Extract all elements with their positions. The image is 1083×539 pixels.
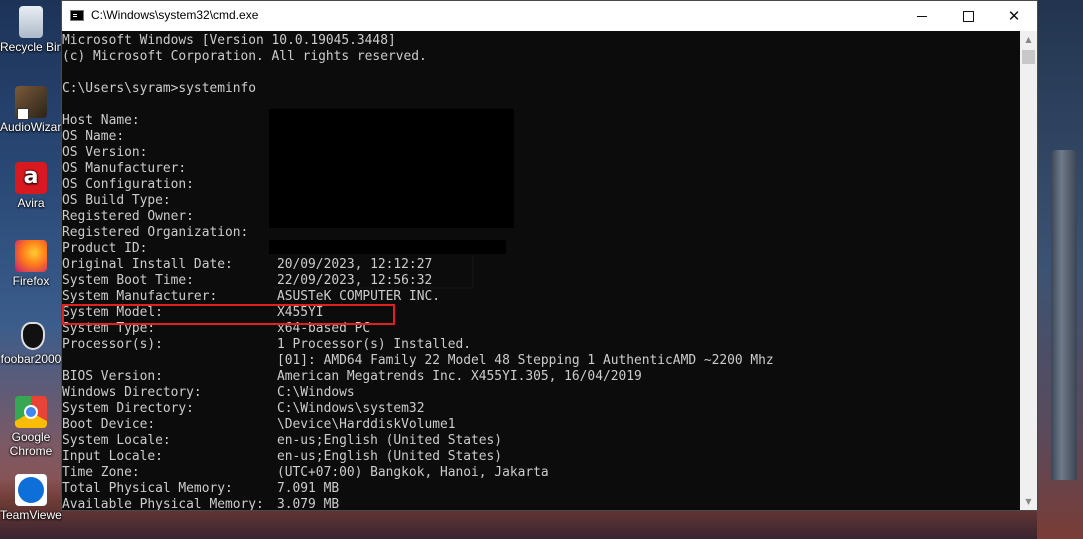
audiowizard-icon — [15, 86, 47, 120]
systeminfo-value: 7.091 MB — [277, 481, 340, 496]
cmd-window[interactable]: C:\Windows\system32\cmd.exe ✕ Microsoft … — [61, 0, 1038, 511]
wallpaper-tower — [1051, 150, 1077, 480]
systeminfo-value: en-us;English (United States) — [277, 433, 503, 448]
desktop-icon-chrome[interactable]: Google Chrome — [0, 396, 62, 458]
close-button[interactable]: ✕ — [991, 1, 1037, 31]
desktop-icon-firefox[interactable]: Firefox — [0, 240, 62, 288]
systeminfo-label: OS Manufacturer: — [62, 161, 187, 176]
maximize-button[interactable] — [945, 1, 991, 31]
systeminfo-label: Original Install Date: — [62, 257, 233, 272]
desktop-icon-audiowizard[interactable]: AudioWizard — [0, 86, 62, 134]
console-header-line: Microsoft Windows [Version 10.0.19045.34… — [62, 33, 396, 48]
cmd-icon — [70, 10, 84, 21]
systeminfo-label: Windows Directory: — [62, 385, 202, 400]
desktop-wallpaper-right — [1037, 0, 1083, 539]
desktop-icon-recycle-bin[interactable]: Recycle Bin — [0, 6, 62, 54]
firefox-icon — [15, 240, 47, 272]
systeminfo-label: System Directory: — [62, 401, 194, 416]
system-model-highlight — [62, 304, 395, 325]
systeminfo-value: American Megatrends Inc. X455YI.305, 16/… — [277, 369, 642, 384]
desktop-icon-label: Avira — [17, 196, 45, 210]
window-title: C:\Windows\system32\cmd.exe — [91, 8, 259, 22]
systeminfo-value: C:\Windows\system32 — [277, 401, 425, 416]
systeminfo-label: OS Name: — [62, 129, 125, 144]
scroll-up-arrow-icon[interactable]: ▲ — [1020, 31, 1037, 48]
recycle-bin-icon — [19, 6, 43, 38]
systeminfo-label: Product ID: — [62, 241, 148, 256]
vertical-scrollbar[interactable]: ▲ ▼ — [1020, 31, 1037, 510]
systeminfo-label: BIOS Version: — [62, 369, 163, 384]
systeminfo-label: OS Configuration: — [62, 177, 194, 192]
systeminfo-label: Time Zone: — [62, 465, 140, 480]
console-command-line: C:\Users\syram>systeminfo — [62, 81, 257, 96]
systeminfo-label: Registered Organization: — [62, 225, 249, 240]
chrome-icon — [15, 396, 47, 428]
title-bar[interactable]: C:\Windows\system32\cmd.exe ✕ — [62, 1, 1037, 31]
systeminfo-value: 1 Processor(s) Installed. — [277, 337, 472, 352]
desktop-icons: Recycle Bin AudioWizard Avira Firefox fo… — [0, 0, 62, 539]
systeminfo-value: en-us;English (United States) — [277, 449, 503, 464]
systeminfo-value: C:\Windows — [277, 385, 355, 400]
systeminfo-label: Registered Owner: — [62, 209, 194, 224]
systeminfo-value: ASUSTeK COMPUTER INC. — [277, 289, 440, 304]
systeminfo-label: OS Build Type: — [62, 193, 171, 208]
avira-icon — [15, 162, 47, 194]
minimize-button[interactable] — [899, 1, 945, 31]
desktop-icon-avira[interactable]: Avira — [0, 162, 62, 210]
desktop-icon-label: Recycle Bin — [0, 40, 62, 54]
systeminfo-label: Input Locale: — [62, 449, 163, 464]
console-header-line: (c) Microsoft Corporation. All rights re… — [62, 49, 427, 64]
systeminfo-value: (UTC+07:00) Bangkok, Hanoi, Jakarta — [277, 465, 549, 480]
scrollbar-thumb[interactable] — [1022, 50, 1035, 64]
redaction-block — [269, 240, 506, 254]
desktop-icon-teamviewer[interactable]: TeamViewer — [0, 474, 62, 522]
systeminfo-value: 3.079 MB — [277, 497, 340, 510]
redaction-block — [269, 109, 514, 228]
foobar2000-icon — [15, 318, 47, 350]
desktop-icon-foobar2000[interactable]: foobar2000 — [0, 318, 62, 366]
systeminfo-label: Available Physical Memory: — [62, 497, 264, 510]
systeminfo-value: \Device\HarddiskVolume1 — [277, 417, 456, 432]
desktop-icon-label: TeamViewer — [0, 508, 62, 522]
console-output[interactable]: Microsoft Windows [Version 10.0.19045.34… — [62, 31, 1020, 510]
desktop-icon-label: Firefox — [12, 274, 50, 288]
systeminfo-label: Processor(s): — [62, 337, 163, 352]
desktop-icon-label: Google Chrome — [9, 430, 53, 458]
systeminfo-label: System Manufacturer: — [62, 289, 218, 304]
systeminfo-label: System Locale: — [62, 433, 171, 448]
desktop-icon-label: foobar2000 — [0, 352, 62, 366]
systeminfo-label: OS Version: — [62, 145, 148, 160]
annotation-outline — [274, 255, 474, 289]
systeminfo-label: System Boot Time: — [62, 273, 194, 288]
teamviewer-icon — [15, 474, 47, 506]
systeminfo-value: [01]: AMD64 Family 22 Model 48 Stepping … — [277, 353, 774, 368]
desktop-icon-label: AudioWizard — [0, 120, 62, 134]
systeminfo-label: Total Physical Memory: — [62, 481, 233, 496]
scroll-down-arrow-icon[interactable]: ▼ — [1020, 493, 1037, 510]
systeminfo-label: Boot Device: — [62, 417, 156, 432]
systeminfo-label: Host Name: — [62, 113, 140, 128]
